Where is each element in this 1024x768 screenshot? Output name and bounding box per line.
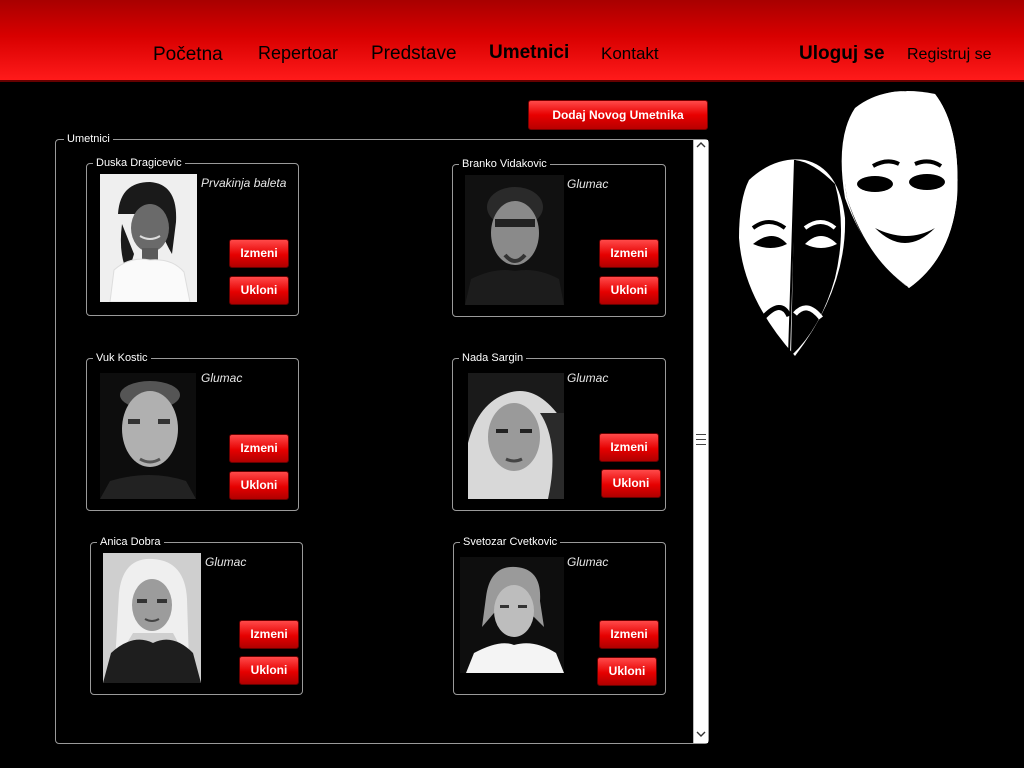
artist-role: Prvakinja baleta	[201, 176, 287, 190]
artist-photo	[460, 557, 564, 673]
remove-artist-button[interactable]: Ukloni	[599, 276, 659, 305]
login-link[interactable]: Uloguj se	[799, 43, 885, 65]
artist-name: Vuk Kostic	[93, 352, 151, 364]
artist-photo	[100, 373, 196, 499]
remove-artist-button[interactable]: Ukloni	[229, 276, 289, 305]
edit-artist-button[interactable]: Izmeni	[229, 239, 289, 268]
artist-role: Glumac	[567, 555, 609, 569]
remove-artist-button[interactable]: Ukloni	[229, 471, 289, 500]
artist-photo	[100, 174, 197, 302]
artist-name: Duska Dragicevic	[93, 157, 185, 169]
artist-card: Duska Dragicevic Prvakinja baleta Izmeni…	[86, 157, 299, 316]
artist-name: Svetozar Cvetkovic	[460, 536, 561, 548]
artist-role: Glumac	[205, 555, 247, 569]
remove-artist-button[interactable]: Ukloni	[601, 469, 661, 498]
artist-name: Nada Sargin	[459, 352, 527, 364]
vertical-scrollbar[interactable]	[693, 140, 708, 743]
nav-contact-link[interactable]: Kontakt	[601, 44, 659, 64]
artist-name: Branko Vidakovic	[459, 158, 550, 170]
top-navigation-bar: Početna Repertoar Predstave Umetnici Kon…	[0, 0, 1024, 82]
artist-card: Svetozar Cvetkovic Glumac Izmeni Ukloni	[453, 536, 666, 695]
artists-panel-legend: Umetnici	[64, 133, 113, 145]
nav-shows-link[interactable]: Predstave	[371, 43, 457, 65]
nav-home-link[interactable]: Početna	[153, 44, 223, 66]
remove-artist-button[interactable]: Ukloni	[239, 656, 299, 685]
artist-photo	[103, 553, 201, 683]
artist-card: Anica Dobra Glumac Izmeni Ukloni	[90, 536, 303, 695]
register-link[interactable]: Registruj se	[907, 46, 991, 64]
artist-photo	[465, 175, 564, 305]
nav-artists-link[interactable]: Umetnici	[489, 42, 569, 64]
chevron-up-icon[interactable]	[694, 140, 708, 154]
artist-card: Branko Vidakovic Glumac Izmeni Ukloni	[452, 158, 666, 317]
edit-artist-button[interactable]: Izmeni	[599, 620, 659, 649]
nav-repertoire-link[interactable]: Repertoar	[258, 43, 338, 64]
theatre-masks-icon	[735, 88, 965, 363]
remove-artist-button[interactable]: Ukloni	[597, 657, 657, 686]
artist-role: Glumac	[567, 371, 609, 385]
artist-photo	[468, 373, 564, 499]
edit-artist-button[interactable]: Izmeni	[229, 434, 289, 463]
chevron-down-icon[interactable]	[694, 729, 708, 743]
edit-artist-button[interactable]: Izmeni	[599, 239, 659, 268]
artist-card: Vuk Kostic Glumac Izmeni Ukloni	[86, 352, 299, 511]
app-window: Početna Repertoar Predstave Umetnici Kon…	[0, 0, 1024, 768]
add-artist-button[interactable]: Dodaj Novog Umetnika	[528, 100, 708, 130]
scrollbar-thumb-grip[interactable]	[696, 430, 706, 450]
artist-name: Anica Dobra	[97, 536, 164, 548]
edit-artist-button[interactable]: Izmeni	[239, 620, 299, 649]
artist-role: Glumac	[567, 177, 609, 191]
artist-role: Glumac	[201, 371, 243, 385]
edit-artist-button[interactable]: Izmeni	[599, 433, 659, 462]
artist-card: Nada Sargin Glumac Izmeni Ukloni	[452, 352, 666, 511]
